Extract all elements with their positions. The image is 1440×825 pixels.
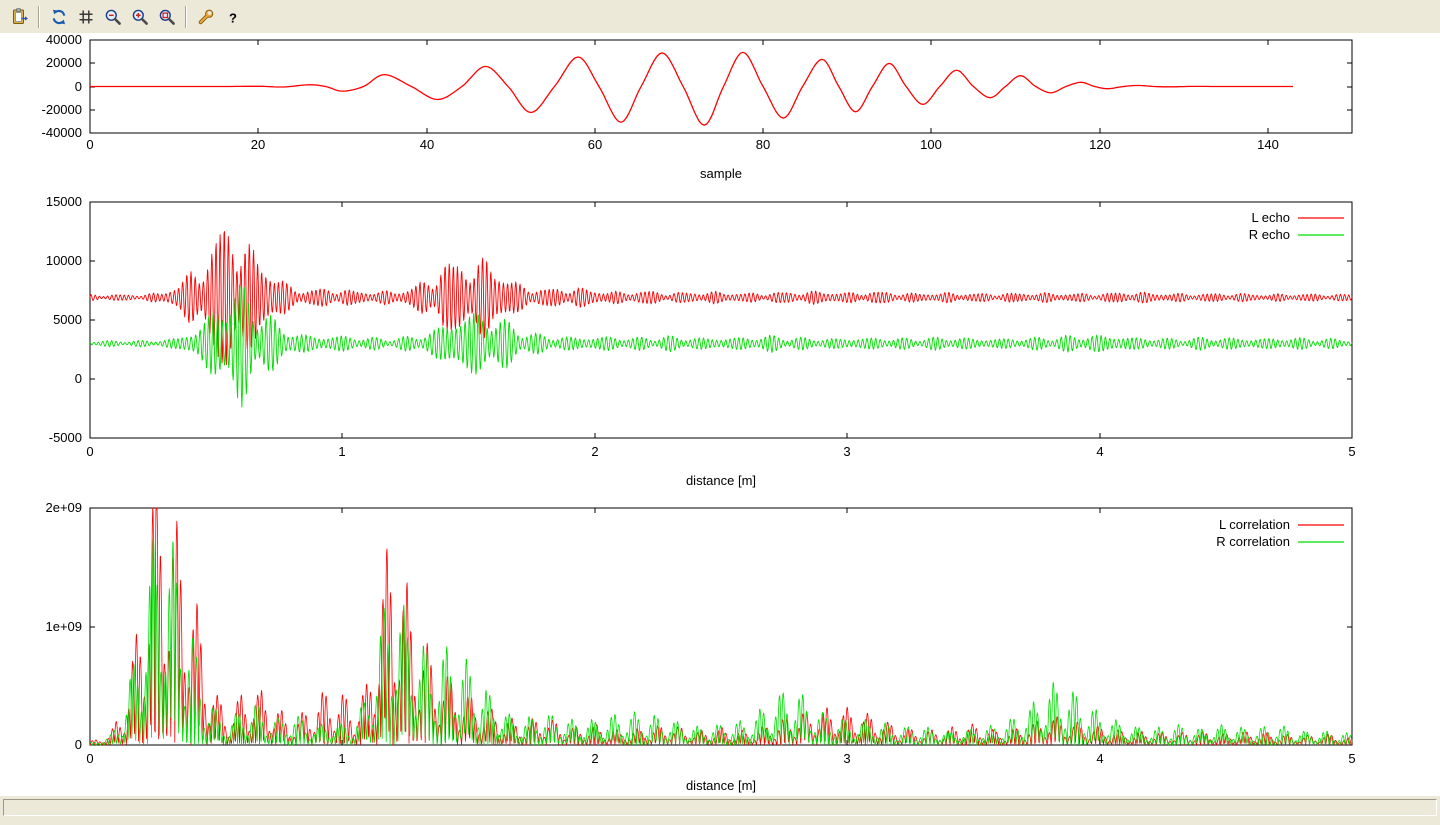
grid-icon [77,8,95,26]
legend-label: R echo [1249,227,1290,242]
chart-3[interactable]: 0 1 2 3 4 5 0 1e+09 2e+09 distance [m] L correlati… [45,500,1355,793]
x-tick-label: 1 [338,751,345,766]
x-axis-label: sample [700,166,742,181]
plot-border [90,202,1352,438]
refresh-icon [50,8,68,26]
toggle-grid-button[interactable] [72,4,99,30]
x-tick-label: 5 [1348,444,1355,459]
x-tick-label: 80 [756,137,770,152]
x-tick-label: 3 [843,751,850,766]
wrench-icon [197,8,215,26]
x-axis-label: distance [m] [686,473,756,488]
x-tick-label: 20 [251,137,265,152]
copy-to-clipboard-button[interactable] [6,4,33,30]
toolbar: ? [0,0,1440,33]
y-tick-label: 20000 [46,55,82,70]
legend-label: R correlation [1216,534,1290,549]
x-tick-label: 1 [338,444,345,459]
x-tick-label: 60 [588,137,602,152]
y-tick-label: 15000 [46,194,82,209]
zoom-next-icon [131,8,149,26]
legend-label: L echo [1251,210,1290,225]
y-tick-label: 10000 [46,253,82,268]
svg-text:?: ? [229,10,237,25]
y-tick-label: 0 [75,371,82,386]
plot-border [90,508,1352,745]
x-tick-label: 140 [1257,137,1279,152]
x-tick-label: 2 [591,751,598,766]
y-tick-label: -40000 [42,125,82,140]
x-tick-label: 100 [920,137,942,152]
clipboard-icon [11,8,29,26]
series-l-echo [90,232,1352,365]
y-tick-label: 0 [75,79,82,94]
configure-button[interactable] [192,4,219,30]
y-tick-label: 0 [75,737,82,752]
legend-label: L correlation [1219,517,1290,532]
series-l-correlation [90,508,1352,745]
status-bar [0,795,1440,825]
replot-button[interactable] [45,4,72,30]
x-tick-label: 0 [86,137,93,152]
x-tick-label: 0 [86,751,93,766]
y-tick-label: 40000 [46,33,82,47]
chart-1[interactable]: 0 20 40 60 80 100 120 140 -40000 -20000 0 20000 4000… [42,33,1352,181]
plot-area[interactable]: 020406080100120140-40000-200000200004000… [0,33,1440,795]
y-tick-label: 2e+09 [45,500,82,515]
series-r-correlation [90,535,1352,745]
x-tick-label: 3 [843,444,850,459]
previous-zoom-button[interactable] [99,4,126,30]
next-zoom-button[interactable] [126,4,153,30]
chart-2[interactable]: 0 1 2 3 4 5 -5000 0 5000 10000 15000 distance [m] L … [46,194,1356,488]
zoom-previous-icon [104,8,122,26]
zoom-autoscale-icon [158,8,176,26]
toolbar-separator [185,6,187,28]
series-line [90,52,1293,125]
y-tick-label: 5000 [53,312,82,327]
toolbar-separator [38,6,40,28]
y-tick-label: -20000 [42,102,82,117]
x-tick-label: 120 [1089,137,1111,152]
y-tick-label: 1e+09 [45,619,82,634]
x-tick-label: 2 [591,444,598,459]
help-icon: ? [224,8,242,26]
x-tick-label: 4 [1096,444,1103,459]
autoscale-button[interactable] [153,4,180,30]
y-tick-label: -5000 [49,430,82,445]
status-field [3,799,1437,816]
x-tick-label: 5 [1348,751,1355,766]
plots-canvas[interactable]: 020406080100120140-40000-200000200004000… [0,33,1440,795]
x-tick-label: 0 [86,444,93,459]
x-tick-label: 40 [420,137,434,152]
x-axis-label: distance [m] [686,778,756,793]
x-tick-label: 4 [1096,751,1103,766]
help-button[interactable]: ? [219,4,246,30]
